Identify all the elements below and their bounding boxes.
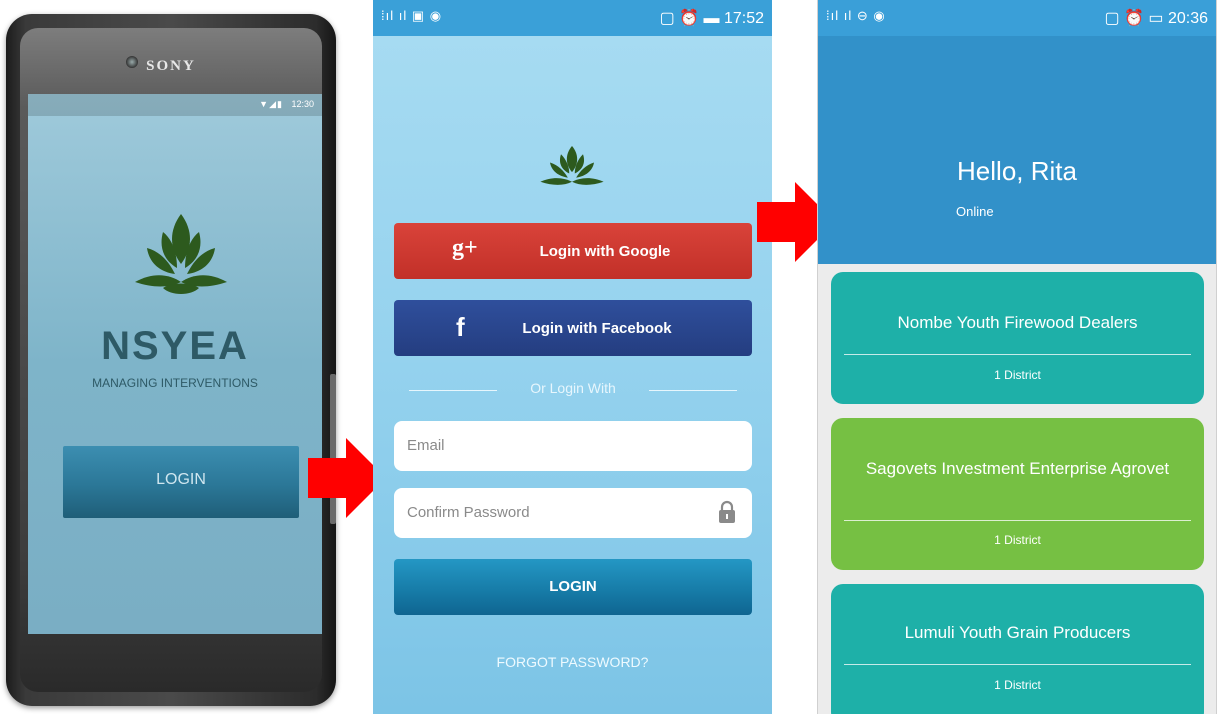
lock-icon bbox=[719, 500, 735, 523]
splash-screen: ▼◢▮ 12:30 NSYEA MANAGING INTERVENTIONS L… bbox=[28, 94, 322, 634]
splash-login-button[interactable]: LOGIN bbox=[63, 446, 299, 518]
password-placeholder: Confirm Password bbox=[407, 504, 530, 521]
login-button[interactable]: LOGIN bbox=[394, 559, 752, 615]
status-bar: ▼◢▮ 12:30 bbox=[28, 94, 322, 116]
status-bar: ⁞ıl ıl ⊖ ◉ ▢ ⏰ ▭ 20:36 bbox=[818, 0, 1216, 36]
divider-line bbox=[649, 390, 737, 391]
group-district: 1 District bbox=[994, 533, 1041, 547]
login-facebook-label: Login with Facebook bbox=[522, 320, 672, 337]
signal-wifi-icon: ⁞ıl ıl ⊖ ◉ bbox=[826, 8, 886, 23]
group-card[interactable]: Nombe Youth Firewood Dealers 1 District bbox=[831, 272, 1204, 404]
status-clock: 17:52 bbox=[723, 10, 764, 27]
login-google-label: Login with Google bbox=[539, 243, 671, 260]
card-divider bbox=[844, 520, 1191, 521]
card-divider bbox=[844, 354, 1191, 355]
status-clock: 20:36 bbox=[1167, 10, 1208, 27]
lotus-logo-icon bbox=[537, 146, 607, 195]
group-name: Lumuli Youth Grain Producers bbox=[904, 623, 1131, 642]
lotus-logo-icon bbox=[133, 212, 229, 307]
confirm-password-field[interactable]: Confirm Password bbox=[394, 488, 752, 538]
login-google-button[interactable]: g+ Login with Google bbox=[394, 223, 752, 279]
app-tagline: MANAGING INTERVENTIONS bbox=[92, 376, 258, 390]
device-mockup-splash: SONY ▼◢▮ 12:30 NSYEA MANAGING INTERVENTI… bbox=[6, 14, 336, 706]
card-divider bbox=[844, 664, 1191, 665]
app-name: NSYEA bbox=[101, 324, 249, 368]
signal-battery-icon: ▼◢▮ bbox=[259, 99, 283, 109]
status-clock: 12:30 bbox=[291, 99, 314, 109]
email-field[interactable]: Email bbox=[394, 421, 752, 471]
divider-line bbox=[409, 390, 497, 391]
device-brand: SONY bbox=[146, 58, 196, 74]
forgot-password-link[interactable]: FORGOT PASSWORD? bbox=[373, 654, 772, 670]
login-screen: ⁞ıl ıl ▣ ◉ ▢ ⏰ ▬ 17:52 g+ Login with Goo… bbox=[373, 0, 772, 714]
group-district: 1 District bbox=[994, 368, 1041, 382]
group-name: Nombe Youth Firewood Dealers bbox=[897, 313, 1138, 332]
profile-header: Hello, Rita Online bbox=[818, 36, 1216, 264]
email-placeholder: Email bbox=[407, 437, 445, 454]
group-district: 1 District bbox=[994, 678, 1041, 692]
group-name: Sagovets Investment Enterprise Agrovet bbox=[865, 459, 1170, 478]
greeting: Hello, Rita bbox=[957, 156, 1077, 186]
or-divider: Or Login With bbox=[409, 380, 737, 400]
group-card[interactable]: Sagovets Investment Enterprise Agrovet 1… bbox=[831, 418, 1204, 570]
alarm-battery-icon: ▢ ⏰ ▬ bbox=[659, 10, 724, 27]
dashboard-screen: ⁞ıl ıl ⊖ ◉ ▢ ⏰ ▭ 20:36 Hello, Rita Onlin… bbox=[817, 0, 1217, 714]
login-facebook-button[interactable]: f Login with Facebook bbox=[394, 300, 752, 356]
presence-status: Online bbox=[956, 204, 994, 219]
alarm-battery-icon: ▢ ⏰ ▭ bbox=[1104, 10, 1168, 27]
group-card[interactable]: Lumuli Youth Grain Producers 1 District bbox=[831, 584, 1204, 714]
signal-wifi-icon: ⁞ıl ıl ▣ ◉ bbox=[381, 8, 443, 23]
or-login-label: Or Login With bbox=[530, 380, 616, 396]
status-bar: ⁞ıl ıl ▣ ◉ ▢ ⏰ ▬ 17:52 bbox=[373, 0, 772, 36]
